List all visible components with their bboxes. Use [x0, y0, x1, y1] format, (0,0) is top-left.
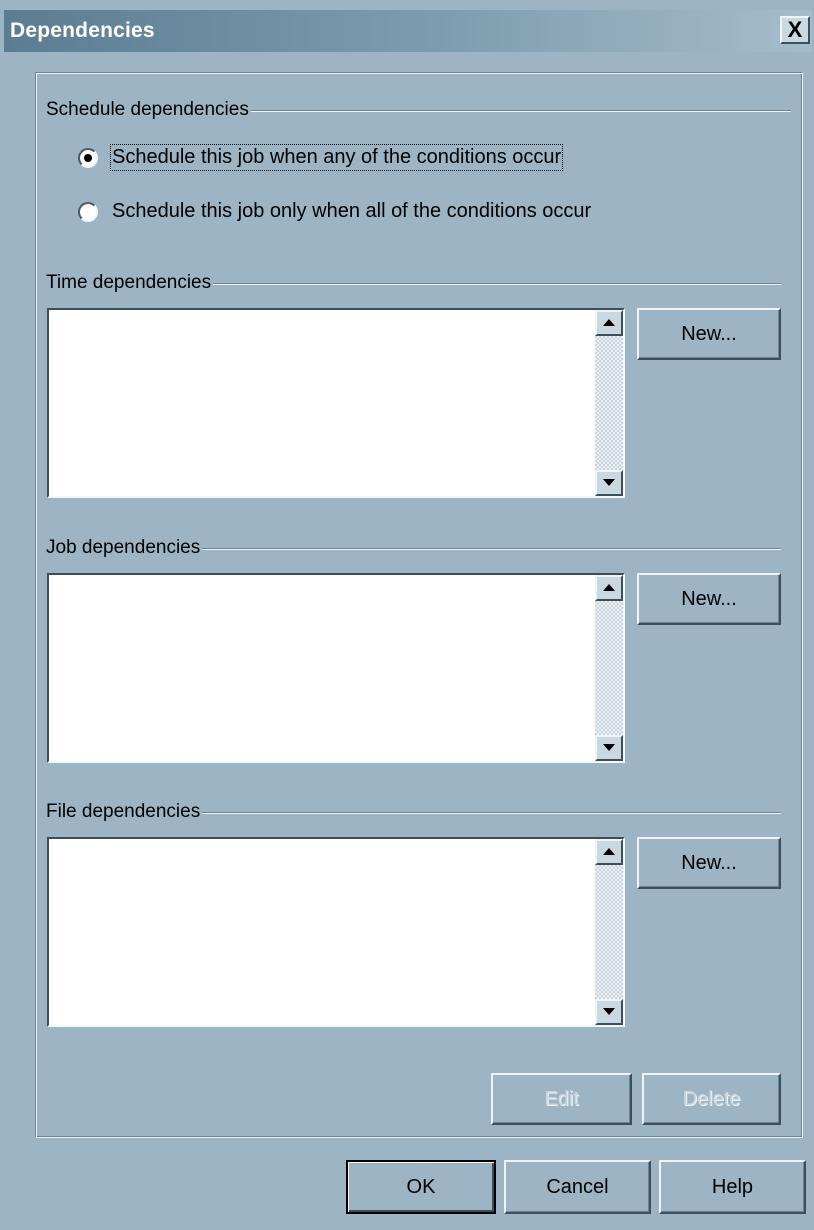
job-scroll-down-button[interactable]: [595, 735, 623, 761]
radio-any-conditions[interactable]: Schedule this job when any of the condit…: [78, 144, 678, 174]
radio-all-conditions[interactable]: Schedule this job only when all of the c…: [78, 198, 718, 228]
radio-any-conditions-button[interactable]: [78, 148, 98, 168]
radio-any-conditions-label: Schedule this job when any of the condit…: [109, 144, 564, 171]
job-new-button[interactable]: New...: [637, 573, 781, 625]
job-section-label: Job dependencies: [46, 536, 203, 560]
file-dependencies-list[interactable]: [47, 837, 625, 1027]
delete-button-label: Delete: [682, 1088, 741, 1110]
job-list-scrollbar[interactable]: [595, 575, 623, 761]
time-scroll-up-button[interactable]: [595, 310, 623, 336]
file-new-button-label: New...: [681, 852, 737, 874]
time-new-button-label: New...: [681, 323, 737, 345]
schedule-section-label: Schedule dependencies: [46, 98, 251, 122]
cancel-button-label: Cancel: [546, 1176, 609, 1198]
job-new-button-label: New...: [681, 588, 737, 610]
file-new-button[interactable]: New...: [637, 837, 781, 889]
time-scroll-down-button[interactable]: [595, 470, 623, 496]
delete-button[interactable]: Delete: [642, 1073, 781, 1125]
close-button[interactable]: X: [780, 16, 810, 44]
job-dependencies-list[interactable]: [47, 573, 625, 763]
dependencies-dialog: Dependencies X Schedule dependencies Sch…: [0, 0, 814, 1230]
file-list-scrollbar[interactable]: [595, 839, 623, 1025]
time-dependencies-list[interactable]: [47, 308, 625, 498]
dialog-title: Dependencies: [10, 19, 155, 42]
close-icon: X: [787, 17, 803, 42]
file-section-label: File dependencies: [46, 800, 203, 824]
time-list-scrollbar[interactable]: [595, 310, 623, 496]
arrow-down-icon: [603, 479, 615, 486]
arrow-down-icon: [603, 744, 615, 751]
file-scroll-up-button[interactable]: [595, 839, 623, 865]
time-new-button[interactable]: New...: [637, 308, 781, 360]
job-scroll-up-button[interactable]: [595, 575, 623, 601]
edit-button[interactable]: Edit: [491, 1073, 632, 1125]
title-bar[interactable]: Dependencies X: [4, 10, 812, 52]
time-section-label: Time dependencies: [46, 271, 214, 295]
edit-button-label: Edit: [544, 1088, 579, 1110]
ok-button[interactable]: OK: [346, 1160, 496, 1214]
file-scroll-down-button[interactable]: [595, 999, 623, 1025]
help-button[interactable]: Help: [659, 1160, 806, 1214]
help-button-label: Help: [711, 1176, 754, 1198]
arrow-up-icon: [603, 584, 615, 591]
radio-selected-dot: [84, 154, 92, 162]
radio-all-conditions-button[interactable]: [78, 202, 98, 222]
arrow-down-icon: [603, 1008, 615, 1015]
arrow-up-icon: [603, 848, 615, 855]
ok-button-label: OK: [406, 1176, 436, 1198]
cancel-button[interactable]: Cancel: [504, 1160, 651, 1214]
arrow-up-icon: [603, 319, 615, 326]
radio-all-conditions-label: Schedule this job only when all of the c…: [112, 200, 592, 222]
